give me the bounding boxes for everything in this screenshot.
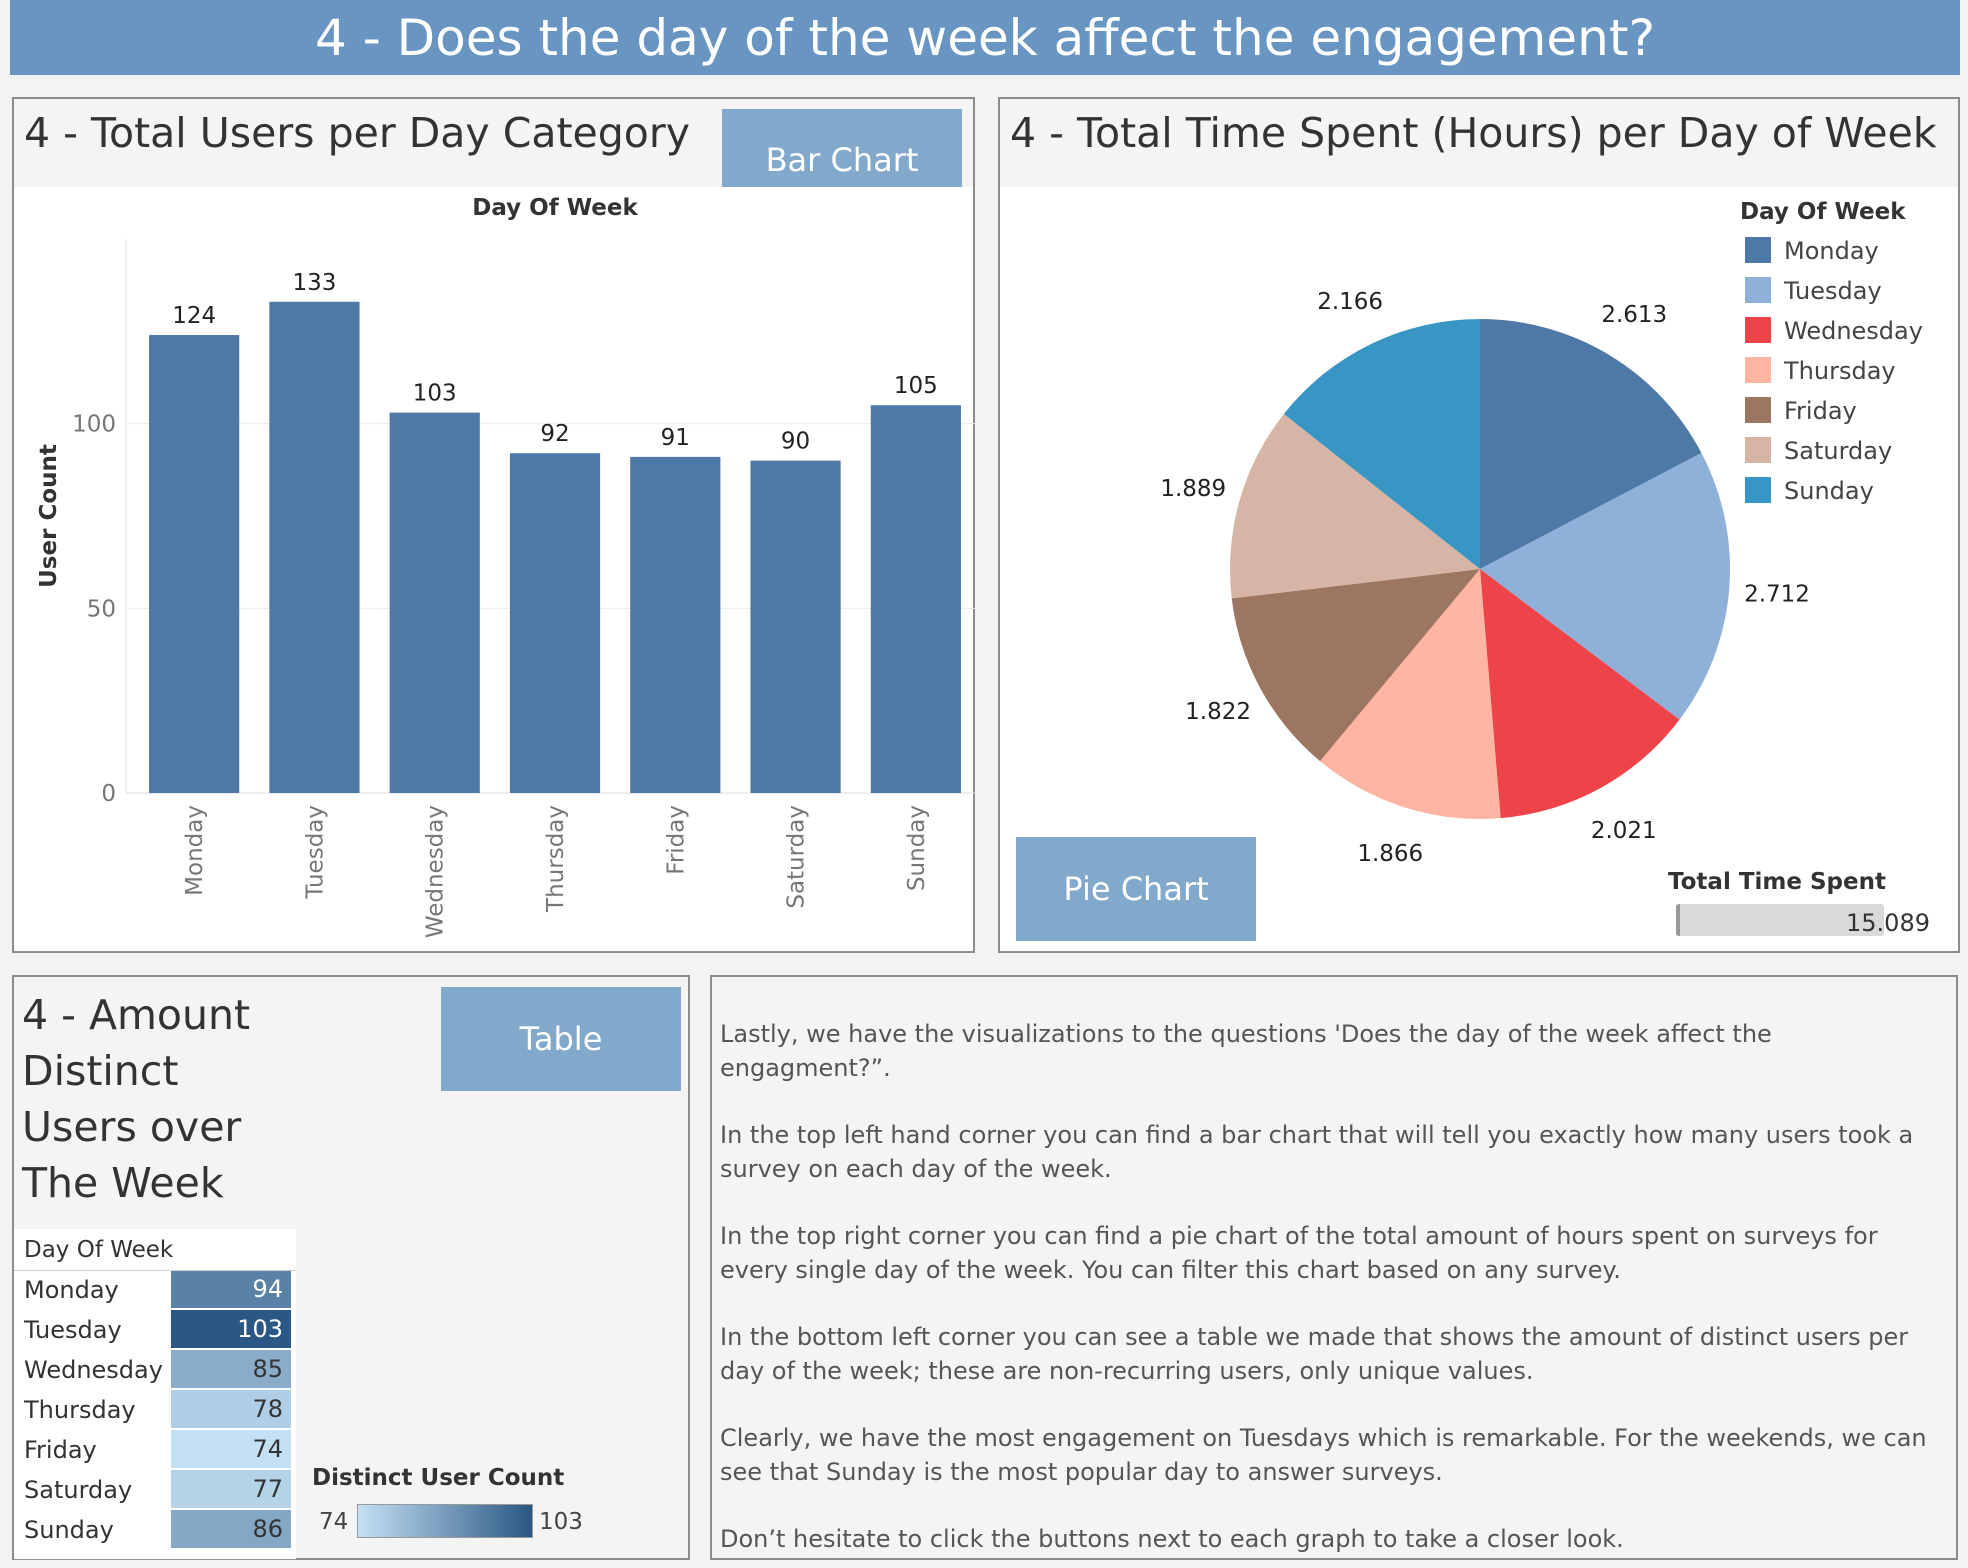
table-value-sunday: 86 (171, 1510, 291, 1548)
bar-x-tick-label-monday: Monday (182, 805, 208, 896)
table-value-tuesday: 103 (171, 1310, 291, 1348)
bar-value-label-monday: 124 (172, 303, 216, 329)
table-header-divider (14, 1270, 296, 1271)
bar-chart-y-axis-title: User Count (36, 444, 62, 588)
pie-value-label-saturday: 1.889 (1160, 476, 1226, 502)
pie-legend-swatch-sunday (1745, 477, 1771, 503)
bar-monday (149, 335, 240, 793)
bar-value-label-tuesday: 133 (292, 270, 336, 296)
pie-legend-label-monday: Monday (1784, 237, 1879, 265)
pie-chart: 2.613 2.712 2.021 1.866 1.822 1.889 2.166 Day O… (1160, 199, 1923, 867)
bar-x-tick-label-wednesday: Wednesday (423, 805, 449, 938)
color-legend-max: 103 (539, 1509, 583, 1535)
bar-value-label-saturday: 90 (781, 429, 810, 455)
pie-legend-title: Day Of Week (1740, 199, 1906, 225)
table-value-saturday: 77 (171, 1470, 291, 1508)
description-paragraph-1: Lastly, we have the visualizations to th… (720, 1020, 1772, 1082)
table-day-wednesday: Wednesday (24, 1356, 163, 1384)
table-day-sunday: Sunday (24, 1516, 114, 1544)
bar-x-tick-label-saturday: Saturday (784, 805, 810, 909)
color-legend-gradient (357, 1504, 533, 1538)
table-title-line-4: The Week (22, 1159, 224, 1207)
table-day-monday: Monday (24, 1276, 119, 1304)
table-value-thursday: 78 (171, 1390, 291, 1428)
pie-legend-label-friday: Friday (1784, 397, 1857, 425)
pie-value-label-monday: 2.613 (1601, 302, 1667, 328)
table-row: Thursday 78 (14, 1390, 294, 1430)
pie-value-label-sunday: 2.166 (1317, 289, 1383, 315)
table-value-monday: 94 (171, 1270, 291, 1308)
distinct-users-table: Day Of Week Monday 94 Tuesday 103 Wednesday 8… (14, 1229, 296, 1559)
table-row: Monday 94 (14, 1270, 294, 1310)
table-value-wednesday: 85 (171, 1350, 291, 1388)
bar-x-tick-label-sunday: Sunday (904, 805, 930, 891)
bar-x-tick-label-tuesday: Tuesday (302, 805, 328, 900)
pie-value-label-wednesday: 2.021 (1591, 818, 1657, 844)
table-day-thursday: Thursday (24, 1396, 136, 1424)
bar-wednesday (389, 412, 480, 793)
bar-chart-panel: 4 - Total Users per Day Category Bar Cha… (12, 97, 976, 953)
pie-legend-swatch-thursday (1745, 357, 1771, 383)
bar-x-tick-label-thursday: Thursday (543, 805, 569, 913)
total-time-label: Total Time Spent (1668, 869, 1886, 895)
color-legend-min: 74 (319, 1509, 349, 1535)
table-row: Saturday 77 (14, 1470, 294, 1510)
bar-chart-y-tick-label-0: 0 (101, 781, 116, 807)
pie-legend-label-tuesday: Tuesday (1783, 277, 1882, 305)
pie-legend-label-saturday: Saturday (1784, 437, 1892, 465)
bar-value-label-wednesday: 103 (413, 381, 457, 407)
bar-saturday (750, 460, 841, 793)
bar-friday (630, 456, 721, 793)
pie-legend-label-thursday: Thursday (1783, 357, 1896, 385)
pie-legend-swatch-friday (1745, 397, 1771, 423)
pie-legend-swatch-monday (1745, 237, 1771, 263)
dashboard-title: 4 - Does the day of the week affect the … (10, 0, 1960, 75)
pie-chart-panel: 4 - Total Time Spent (Hours) per Day of … (998, 97, 1960, 953)
table-column-header: Day Of Week (24, 1237, 174, 1263)
pie-legend-label-sunday: Sunday (1784, 477, 1874, 505)
table-title-line-2: Distinct (22, 1047, 179, 1095)
description-paragraph-3: In the top right corner you can find a p… (720, 1222, 1878, 1284)
bar-chart-x-axis-title: Day Of Week (472, 195, 638, 221)
description-paragraph-6: Don’t hesitate to click the buttons next… (720, 1525, 1624, 1553)
pie-value-label-tuesday: 2.712 (1744, 581, 1810, 607)
pie-legend-swatch-saturday (1745, 437, 1771, 463)
table-title-line-1: 4 - Amount (22, 991, 251, 1039)
bar-chart-y-tick-label-50: 50 (87, 596, 116, 622)
description-paragraph-5: Clearly, we have the most engagement on … (720, 1424, 1927, 1486)
bar-thursday (509, 453, 601, 793)
bar-chart: Day Of Week User Count 0 50 100 124 Monday 133 T… (36, 195, 976, 938)
pie-value-label-thursday: 1.866 (1357, 841, 1423, 867)
description-panel: Lastly, we have the visualizations to th… (710, 975, 1958, 1560)
table-day-saturday: Saturday (24, 1476, 133, 1504)
bar-value-label-thursday: 92 (540, 421, 569, 447)
table-title: 4 - Amount Distinct Users over The Week (22, 987, 250, 1211)
table-day-friday: Friday (24, 1436, 97, 1464)
table-row: Friday 74 (14, 1430, 294, 1470)
table-row: Wednesday 85 (14, 1350, 294, 1390)
color-legend-title: Distinct User Count (312, 1465, 565, 1491)
pie-value-label-friday: 1.822 (1185, 699, 1251, 725)
pie-legend-swatch-tuesday (1745, 277, 1771, 303)
table-row: Tuesday 103 (14, 1310, 294, 1350)
bar-value-label-sunday: 105 (894, 373, 938, 399)
description-paragraph-4: In the bottom left corner you can see a … (720, 1323, 1909, 1385)
description-paragraph-2: In the top left hand corner you can find… (720, 1121, 1914, 1183)
table-value-friday: 74 (171, 1430, 291, 1468)
bar-value-label-friday: 91 (661, 425, 690, 451)
bar-tuesday (269, 301, 360, 793)
table-row: Sunday 86 (14, 1510, 294, 1550)
table-button[interactable]: Table (441, 987, 681, 1091)
pie-chart-button[interactable]: Pie Chart (1016, 837, 1256, 941)
table-day-tuesday: Tuesday (24, 1316, 122, 1344)
bar-x-tick-label-friday: Friday (663, 805, 689, 875)
pie-legend-label-wednesday: Wednesday (1784, 317, 1923, 345)
bar-chart-y-tick-label-100: 100 (72, 412, 116, 438)
table-title-line-3: Users over (22, 1103, 242, 1151)
pie-legend-swatch-wednesday (1745, 317, 1771, 343)
bar-sunday (870, 405, 961, 793)
total-time-value: 15.089 (1846, 909, 1930, 937)
table-panel: 4 - Amount Distinct Users over The Week … (12, 975, 690, 1560)
